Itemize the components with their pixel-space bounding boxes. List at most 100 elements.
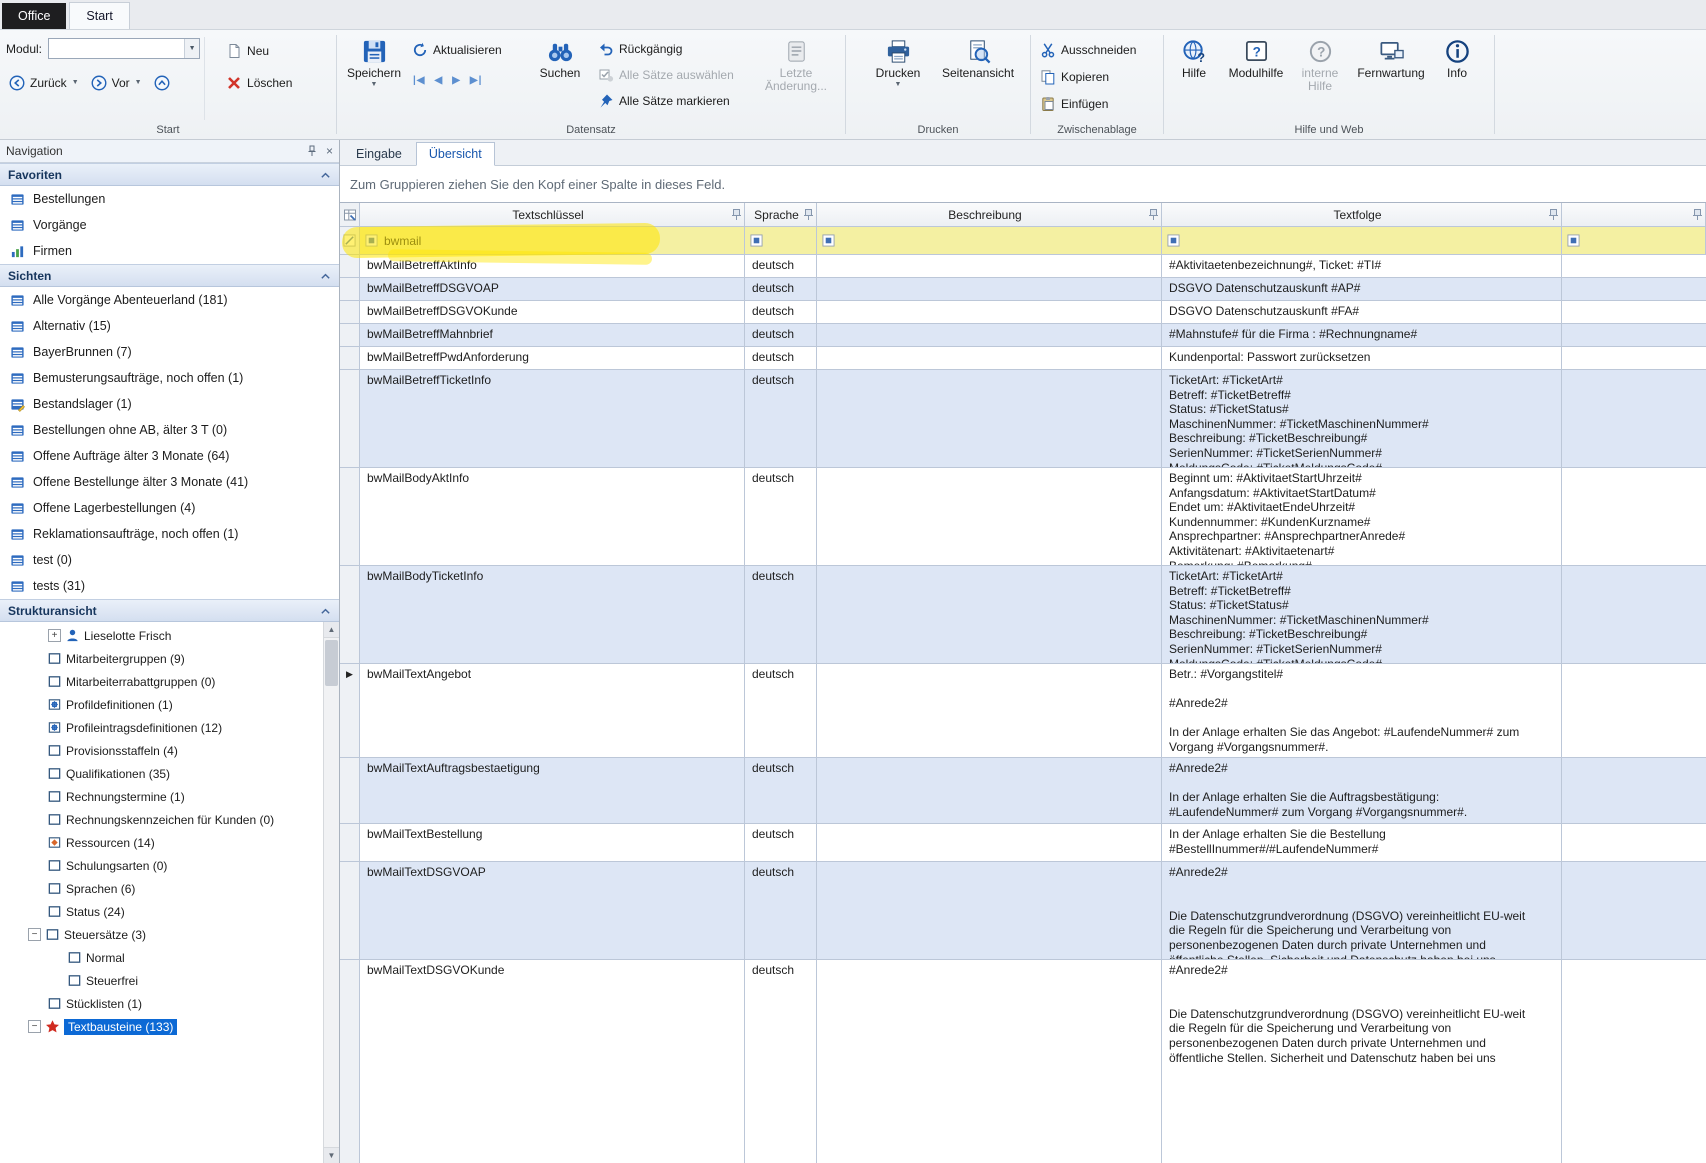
chevron-up-icon[interactable] [320, 171, 331, 179]
sichten-item[interactable]: Bemusterungsaufträge, noch offen (1) [0, 365, 339, 391]
cell-beschreibung[interactable] [817, 301, 1162, 324]
cell-beschreibung[interactable] [817, 758, 1162, 824]
close-icon[interactable]: × [326, 144, 333, 158]
column-header-extra[interactable] [1562, 203, 1706, 227]
cell-sprache[interactable]: deutsch [745, 255, 817, 278]
cell-textschluessel[interactable]: bwMailBetreffMahnbrief [360, 324, 745, 347]
column-pin-icon[interactable] [731, 208, 742, 221]
cell-textschluessel[interactable]: bwMailBetreffDSGVOAP [360, 278, 745, 301]
neu-button[interactable]: Neu [221, 39, 297, 62]
row-indicator-cell[interactable] [340, 862, 360, 960]
fernwartung-button[interactable]: Fernwartung [1350, 33, 1432, 111]
expand-icon[interactable]: + [48, 629, 61, 642]
column-header-textfolge[interactable]: Textfolge [1162, 203, 1562, 227]
sichten-item[interactable]: Offene Aufträge älter 3 Monate (64) [0, 443, 339, 469]
previous-record-button[interactable]: ◀ [435, 75, 444, 86]
cell-textfolge[interactable]: TicketArt: #TicketArt# Betreff: #TicketB… [1162, 566, 1562, 664]
cell-sprache[interactable]: deutsch [745, 468, 817, 566]
column-pin-icon[interactable] [1548, 208, 1559, 221]
tree-item[interactable]: +Lieselotte Frisch [0, 624, 323, 647]
column-pin-icon[interactable] [1148, 208, 1159, 221]
scroll-down-button[interactable]: ▼ [324, 1147, 339, 1163]
sichten-header[interactable]: Sichten [0, 264, 339, 287]
strukturansicht-header[interactable]: Strukturansicht [0, 599, 339, 622]
tree-item[interactable]: −Steuersätze (3) [0, 923, 323, 946]
tree-item[interactable]: Status (24) [0, 900, 323, 923]
drucken-button[interactable]: Drucken ▼ [865, 33, 931, 111]
sichten-item[interactable]: Reklamationsaufträge, noch offen (1) [0, 521, 339, 547]
sichten-item[interactable]: Alle Vorgänge Abenteuerland (181) [0, 287, 339, 313]
collapse-icon[interactable]: − [28, 1020, 41, 1033]
cell-sprache[interactable]: deutsch [745, 278, 817, 301]
row-indicator-cell[interactable] [340, 468, 360, 566]
hilfe-button[interactable]: ? Hilfe [1168, 33, 1220, 111]
chevron-down-icon[interactable]: ▼ [184, 39, 199, 58]
cell-textfolge[interactable]: DSGVO Datenschutzauskunft #FA# [1162, 301, 1562, 324]
cell-extra[interactable] [1562, 278, 1706, 301]
info-button[interactable]: Info [1434, 33, 1480, 111]
pin-icon[interactable] [306, 145, 318, 157]
row-indicator-cell[interactable] [340, 370, 360, 468]
row-indicator-cell[interactable] [340, 301, 360, 324]
cell-extra[interactable] [1562, 324, 1706, 347]
suchen-button[interactable]: Suchen [527, 33, 593, 111]
cell-extra[interactable] [1562, 758, 1706, 824]
alle-saetze-auswaehlen-button[interactable]: Alle Sätze auswählen [593, 63, 761, 86]
scroll-up-button[interactable]: ▲ [324, 622, 339, 638]
cell-textschluessel[interactable]: bwMailTextDSGVOAP [360, 862, 745, 960]
favoriten-header[interactable]: Favoriten [0, 163, 339, 186]
row-indicator-cell[interactable] [340, 255, 360, 278]
tree-item[interactable]: Profildefinitionen (1) [0, 693, 323, 716]
cell-textschluessel[interactable]: bwMailTextAngebot [360, 664, 745, 758]
cell-textschluessel[interactable]: bwMailTextDSGVOKunde [360, 960, 745, 1163]
view-tab-eingabe[interactable]: Eingabe [344, 143, 414, 165]
favoriten-item[interactable]: Firmen [0, 238, 339, 264]
cell-textfolge[interactable]: #Mahnstufe# für die Firma : #Rechnungnam… [1162, 324, 1562, 347]
loeschen-button[interactable]: Löschen [221, 71, 297, 94]
next-record-button[interactable]: ▶ [452, 75, 461, 86]
row-indicator-cell[interactable] [340, 347, 360, 370]
filter-cell-textfolge[interactable] [1162, 227, 1562, 255]
cell-textfolge[interactable]: In der Anlage erhalten Sie die Bestellun… [1162, 824, 1562, 862]
row-indicator-cell[interactable] [340, 960, 360, 1163]
cell-extra[interactable] [1562, 862, 1706, 960]
cell-textschluessel[interactable]: bwMailBetreffDSGVOKunde [360, 301, 745, 324]
scrollbar-thumb[interactable] [325, 640, 338, 686]
sichten-item[interactable]: tests (31) [0, 573, 339, 599]
cell-textfolge[interactable]: Betr.: #Vorgangstitel# #Anrede2# In der … [1162, 664, 1562, 758]
speichern-button[interactable]: Speichern ▼ [341, 33, 407, 111]
cell-textfolge[interactable]: TicketArt: #TicketArt# Betreff: #TicketB… [1162, 370, 1562, 468]
tree-item[interactable]: Steuerfrei [0, 969, 323, 992]
cell-textfolge[interactable]: Beginnt um: #AktivitaetStartUhrzeit# Anf… [1162, 468, 1562, 566]
tree-item[interactable]: Ressourcen (14) [0, 831, 323, 854]
zurueck-button[interactable]: Zurück ▼ [4, 71, 84, 94]
cell-extra[interactable] [1562, 347, 1706, 370]
cell-textfolge[interactable]: Kundenportal: Passwort zurücksetzen [1162, 347, 1562, 370]
filter-cell-extra[interactable] [1562, 227, 1706, 255]
sichten-item[interactable]: Bestellungen ohne AB, älter 3 T (0) [0, 417, 339, 443]
row-indicator-cell[interactable] [340, 566, 360, 664]
modul-select[interactable]: ▼ [48, 38, 200, 59]
favoriten-item[interactable]: Bestellungen [0, 186, 339, 212]
cell-textfolge[interactable]: DSGVO Datenschutzauskunft #AP# [1162, 278, 1562, 301]
kopieren-button[interactable]: Kopieren [1035, 65, 1141, 88]
cell-sprache[interactable]: deutsch [745, 324, 817, 347]
tree-item[interactable]: Rechnungskennzeichen für Kunden (0) [0, 808, 323, 831]
cell-extra[interactable] [1562, 468, 1706, 566]
grid-corner-cell[interactable] [340, 203, 360, 227]
vor-button[interactable]: Vor ▼ [86, 71, 147, 94]
cell-extra[interactable] [1562, 960, 1706, 1163]
cell-sprache[interactable]: deutsch [745, 347, 817, 370]
cell-extra[interactable] [1562, 566, 1706, 664]
filter-cell-beschreibung[interactable] [817, 227, 1162, 255]
cell-sprache[interactable]: deutsch [745, 824, 817, 862]
tab-start[interactable]: Start [69, 2, 129, 29]
tree-item[interactable]: Stücklisten (1) [0, 992, 323, 1015]
cell-beschreibung[interactable] [817, 862, 1162, 960]
collapse-icon[interactable]: − [28, 928, 41, 941]
row-indicator-cell[interactable] [340, 824, 360, 862]
modulhilfe-button[interactable]: ? Modulhilfe [1222, 33, 1290, 111]
chevron-up-icon[interactable] [320, 272, 331, 280]
filter-row-indicator[interactable] [340, 227, 360, 255]
first-record-button[interactable]: |◀ [413, 75, 426, 86]
